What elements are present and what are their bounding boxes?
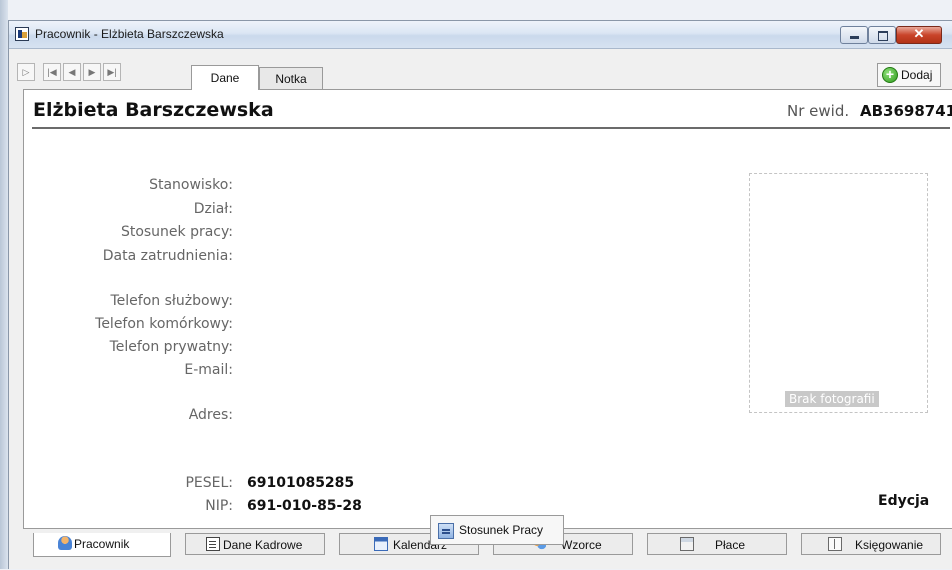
close-button[interactable]: ✕ [896, 26, 942, 44]
minimize-button[interactable] [840, 26, 868, 44]
last-record-button[interactable]: ▶| [103, 63, 121, 81]
header-divider [32, 127, 950, 129]
maximize-button[interactable] [868, 26, 896, 44]
minimize-icon [850, 36, 859, 39]
previous-record-button[interactable]: ◀ [63, 63, 81, 81]
tab-ksiegowanie[interactable]: Księgowanie [801, 533, 941, 555]
app-icon [15, 27, 29, 41]
record-number-label: Nr ewid. [787, 102, 850, 120]
tab-place[interactable]: Płace [647, 533, 787, 555]
add-button[interactable]: + Dodaj [877, 63, 941, 87]
adres-label: Adres: [188, 407, 233, 423]
record-number-value: AB3698741 [860, 102, 952, 120]
stanowisko-label: Stanowisko: [149, 177, 233, 193]
tab-pracownik[interactable]: Pracownik [33, 533, 171, 557]
data-zatrudnienia-label: Data zatrudnienia: [102, 248, 233, 264]
stosunek-pracy-label: Stosunek pracy: [120, 224, 233, 240]
employee-name: Elżbieta Barszczewska [33, 99, 274, 121]
close-icon: ✕ [913, 26, 925, 41]
next-record-button[interactable]: ▶ [83, 63, 101, 81]
desktop-edge [0, 0, 8, 569]
telefon-sluzbowy-label: Telefon służbowy: [110, 293, 234, 309]
photo-caption: Brak fotografii [785, 391, 879, 407]
tab-wzorce-label: Wzorce [561, 538, 602, 552]
ledger-icon [828, 537, 842, 551]
tab-pracownik-label: Pracownik [74, 537, 130, 551]
telefon-prywatny-label: Telefon prywatny: [109, 339, 233, 355]
toolbar: ▷ |◀ ◀ ▶ ▶| Dane Notka + Dodaj [9, 49, 952, 90]
calculator-icon [680, 537, 694, 551]
plus-circle-icon: + [882, 67, 898, 83]
pesel-value: 69101085285 [247, 475, 355, 491]
page-icon [206, 537, 220, 551]
employee-window: Pracownik - Elżbieta Barszczewska ✕ ▷ |◀… [8, 20, 952, 569]
play-button[interactable]: ▷ [17, 63, 35, 81]
nip-value: 691-010-85-28 [247, 498, 362, 514]
tab-dane-kadrowe-label: Dane Kadrowe [223, 538, 303, 552]
stosunek-pracy-button-label: Stosunek Pracy [459, 523, 544, 537]
photo-placeholder[interactable]: Brak fotografii [749, 173, 928, 413]
dzial-label: Dział: [193, 201, 233, 217]
tab-dane[interactable]: Dane [191, 65, 259, 90]
email-label: E-mail: [184, 362, 233, 378]
tab-dane-kadrowe[interactable]: Dane Kadrowe [185, 533, 325, 555]
title-bar[interactable]: Pracownik - Elżbieta Barszczewska ✕ [9, 21, 952, 49]
maximize-icon [878, 31, 888, 41]
document-icon [438, 523, 454, 539]
pesel-label: PESEL: [185, 475, 233, 491]
tab-ksiegowanie-label: Księgowanie [855, 538, 924, 552]
nip-label: NIP: [205, 498, 233, 514]
telefon-komorkowy-label: Telefon komórkowy: [95, 316, 233, 332]
first-record-button[interactable]: |◀ [43, 63, 61, 81]
add-button-label: Dodaj [901, 68, 933, 82]
employee-details-panel: Elżbieta Barszczewska Nr ewid. AB3698741… [23, 89, 952, 545]
person-icon [58, 536, 72, 550]
tab-notka[interactable]: Notka [259, 67, 323, 90]
window-title: Pracownik - Elżbieta Barszczewska [35, 27, 224, 41]
tab-place-label: Płace [715, 538, 746, 552]
stosunek-pracy-button[interactable]: Stosunek Pracy [430, 515, 564, 545]
edit-link[interactable]: Edycja [878, 493, 929, 509]
calendar-icon [374, 537, 388, 551]
